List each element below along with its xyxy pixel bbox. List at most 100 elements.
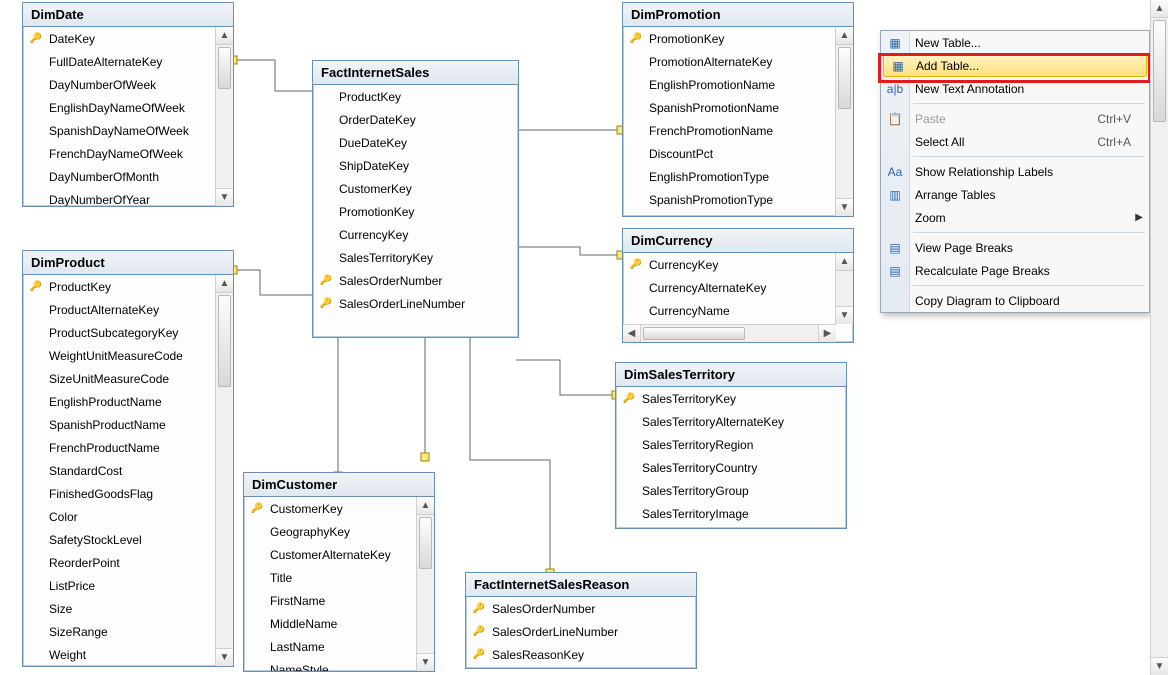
- column-row[interactable]: FrenchProductName: [23, 436, 215, 459]
- column-row[interactable]: SalesTerritoryCountry: [616, 456, 846, 479]
- column-row[interactable]: DayNumberOfYear: [23, 188, 215, 206]
- scroll-thumb[interactable]: [218, 295, 231, 387]
- context-menu[interactable]: ▦New Table...▦Add Table...a|bNew Text An…: [880, 30, 1150, 313]
- table-dimsalesterritory[interactable]: DimSalesTerritory 🔑SalesTerritoryKeySale…: [615, 362, 847, 529]
- scroll-thumb[interactable]: [838, 47, 851, 109]
- column-row[interactable]: FinishedGoodsFlag: [23, 482, 215, 505]
- column-list[interactable]: 🔑SalesTerritoryKeySalesTerritoryAlternat…: [616, 387, 846, 528]
- column-row[interactable]: NameStyle: [244, 658, 416, 671]
- column-row[interactable]: 🔑SalesOrderLineNumber: [466, 620, 696, 643]
- column-row[interactable]: LastName: [244, 635, 416, 658]
- page-vertical-scrollbar[interactable]: ▲ ▼: [1150, 0, 1168, 675]
- scroll-up-icon[interactable]: ▲: [1151, 0, 1168, 18]
- scroll-down-icon[interactable]: ▼: [216, 648, 233, 666]
- vertical-scrollbar[interactable]: ▲ ▼: [215, 27, 233, 206]
- horizontal-scrollbar[interactable]: ◀ ▶: [623, 324, 836, 342]
- table-dimdate[interactable]: DimDate 🔑DateKeyFullDateAlternateKeyDayN…: [22, 2, 234, 207]
- column-row[interactable]: StandardCost: [23, 459, 215, 482]
- column-list[interactable]: 🔑PromotionKeyPromotionAlternateKeyEnglis…: [623, 27, 835, 216]
- column-row[interactable]: Title: [244, 566, 416, 589]
- menu-item-select-all[interactable]: Select AllCtrl+A: [881, 130, 1149, 153]
- column-row[interactable]: SalesTerritoryImage: [616, 502, 846, 525]
- column-row[interactable]: SafetyStockLevel: [23, 528, 215, 551]
- scroll-up-icon[interactable]: ▲: [836, 27, 853, 45]
- column-row[interactable]: FrenchPromotionName: [623, 119, 835, 142]
- column-row[interactable]: MiddleName: [244, 612, 416, 635]
- column-list[interactable]: 🔑DateKeyFullDateAlternateKeyDayNumberOfW…: [23, 27, 215, 206]
- menu-item-arrange-tables[interactable]: ▥Arrange Tables: [881, 183, 1149, 206]
- column-row[interactable]: FrenchDayNameOfWeek: [23, 142, 215, 165]
- scroll-up-icon[interactable]: ▲: [836, 253, 853, 271]
- column-row[interactable]: SpanishDayNameOfWeek: [23, 119, 215, 142]
- column-row[interactable]: SalesTerritoryAlternateKey: [616, 410, 846, 433]
- column-row[interactable]: ShipDateKey: [313, 154, 518, 177]
- scroll-up-icon[interactable]: ▲: [417, 497, 434, 515]
- column-row[interactable]: CurrencyName: [623, 299, 835, 322]
- diagram-canvas[interactable]: DimDate 🔑DateKeyFullDateAlternateKeyDayN…: [0, 0, 1168, 675]
- column-row[interactable]: ProductKey: [313, 85, 518, 108]
- vertical-scrollbar[interactable]: ▲ ▼: [835, 27, 853, 216]
- column-row[interactable]: CustomerKey: [313, 177, 518, 200]
- column-row[interactable]: 🔑SalesOrderNumber: [313, 269, 518, 292]
- scroll-down-icon[interactable]: ▼: [1151, 657, 1168, 675]
- column-row[interactable]: SizeUnitMeasureCode: [23, 367, 215, 390]
- column-row[interactable]: SpanishPromotionName: [623, 96, 835, 119]
- column-row[interactable]: SizeRange: [23, 620, 215, 643]
- column-row[interactable]: SalesTerritoryGroup: [616, 479, 846, 502]
- column-row[interactable]: Color: [23, 505, 215, 528]
- column-row[interactable]: EnglishPromotionName: [623, 73, 835, 96]
- menu-item-recalculate-page-breaks[interactable]: ▤Recalculate Page Breaks: [881, 259, 1149, 282]
- menu-item-copy-diagram-to-clipboard[interactable]: Copy Diagram to Clipboard: [881, 289, 1149, 312]
- column-row[interactable]: CustomerAlternateKey: [244, 543, 416, 566]
- column-row[interactable]: DayNumberOfMonth: [23, 165, 215, 188]
- column-list[interactable]: 🔑SalesOrderNumber🔑SalesOrderLineNumber🔑S…: [466, 597, 696, 668]
- column-row[interactable]: SpanishProductName: [23, 413, 215, 436]
- column-list[interactable]: 🔑ProductKeyProductAlternateKeyProductSub…: [23, 275, 215, 666]
- column-row[interactable]: DueDateKey: [313, 131, 518, 154]
- column-row[interactable]: WeightUnitMeasureCode: [23, 344, 215, 367]
- menu-item-add-table[interactable]: ▦Add Table...: [883, 54, 1147, 77]
- column-row[interactable]: CurrencyKey: [313, 223, 518, 246]
- column-row[interactable]: PromotionKey: [313, 200, 518, 223]
- column-row[interactable]: DayNumberOfWeek: [23, 73, 215, 96]
- table-factinternetsalesreason[interactable]: FactInternetSalesReason 🔑SalesOrderNumbe…: [465, 572, 697, 669]
- table-dimpromotion[interactable]: DimPromotion 🔑PromotionKeyPromotionAlter…: [622, 2, 854, 217]
- column-row[interactable]: Size: [23, 597, 215, 620]
- column-list[interactable]: 🔑CurrencyKeyCurrencyAlternateKeyCurrency…: [623, 253, 835, 324]
- column-row[interactable]: ProductSubcategoryKey: [23, 321, 215, 344]
- column-row[interactable]: CurrencyAlternateKey: [623, 276, 835, 299]
- scroll-down-icon[interactable]: ▼: [417, 653, 434, 671]
- scroll-down-icon[interactable]: ▼: [836, 198, 853, 216]
- column-row[interactable]: ProductAlternateKey: [23, 298, 215, 321]
- column-row[interactable]: ListPrice: [23, 574, 215, 597]
- vertical-scrollbar[interactable]: ▲ ▼: [416, 497, 434, 671]
- column-row[interactable]: EnglishProductName: [23, 390, 215, 413]
- column-row[interactable]: SalesTerritoryKey: [313, 246, 518, 269]
- menu-item-view-page-breaks[interactable]: ▤View Page Breaks: [881, 236, 1149, 259]
- scroll-thumb[interactable]: [419, 517, 432, 569]
- column-row[interactable]: 🔑SalesReasonKey: [466, 643, 696, 666]
- menu-item-show-relationship-labels[interactable]: AaShow Relationship Labels: [881, 160, 1149, 183]
- table-dimcurrency[interactable]: DimCurrency 🔑CurrencyKeyCurrencyAlternat…: [622, 228, 854, 343]
- vertical-scrollbar[interactable]: ▲ ▼: [835, 253, 853, 324]
- column-row[interactable]: FullDateAlternateKey: [23, 50, 215, 73]
- vertical-scrollbar[interactable]: ▲ ▼: [215, 275, 233, 666]
- table-dimcustomer[interactable]: DimCustomer 🔑CustomerKeyGeographyKeyCust…: [243, 472, 435, 672]
- column-row[interactable]: 🔑CustomerKey: [244, 497, 416, 520]
- menu-item-zoom[interactable]: Zoom▶: [881, 206, 1149, 229]
- column-row[interactable]: 🔑PromotionKey: [623, 27, 835, 50]
- scroll-up-icon[interactable]: ▲: [216, 27, 233, 45]
- scroll-thumb[interactable]: [218, 47, 231, 89]
- column-row[interactable]: ReorderPoint: [23, 551, 215, 574]
- column-row[interactable]: 🔑ProductKey: [23, 275, 215, 298]
- column-row[interactable]: 🔑SalesOrderNumber: [466, 597, 696, 620]
- column-row[interactable]: OrderDateKey: [313, 108, 518, 131]
- column-list[interactable]: 🔑CustomerKeyGeographyKeyCustomerAlternat…: [244, 497, 416, 671]
- column-row[interactable]: FirstName: [244, 589, 416, 612]
- scroll-right-icon[interactable]: ▶: [818, 325, 836, 342]
- column-row[interactable]: EnglishDayNameOfWeek: [23, 96, 215, 119]
- scroll-left-icon[interactable]: ◀: [623, 325, 641, 342]
- menu-item-new-text-annotation[interactable]: a|bNew Text Annotation: [881, 77, 1149, 100]
- scroll-thumb[interactable]: [643, 327, 745, 340]
- scroll-up-icon[interactable]: ▲: [216, 275, 233, 293]
